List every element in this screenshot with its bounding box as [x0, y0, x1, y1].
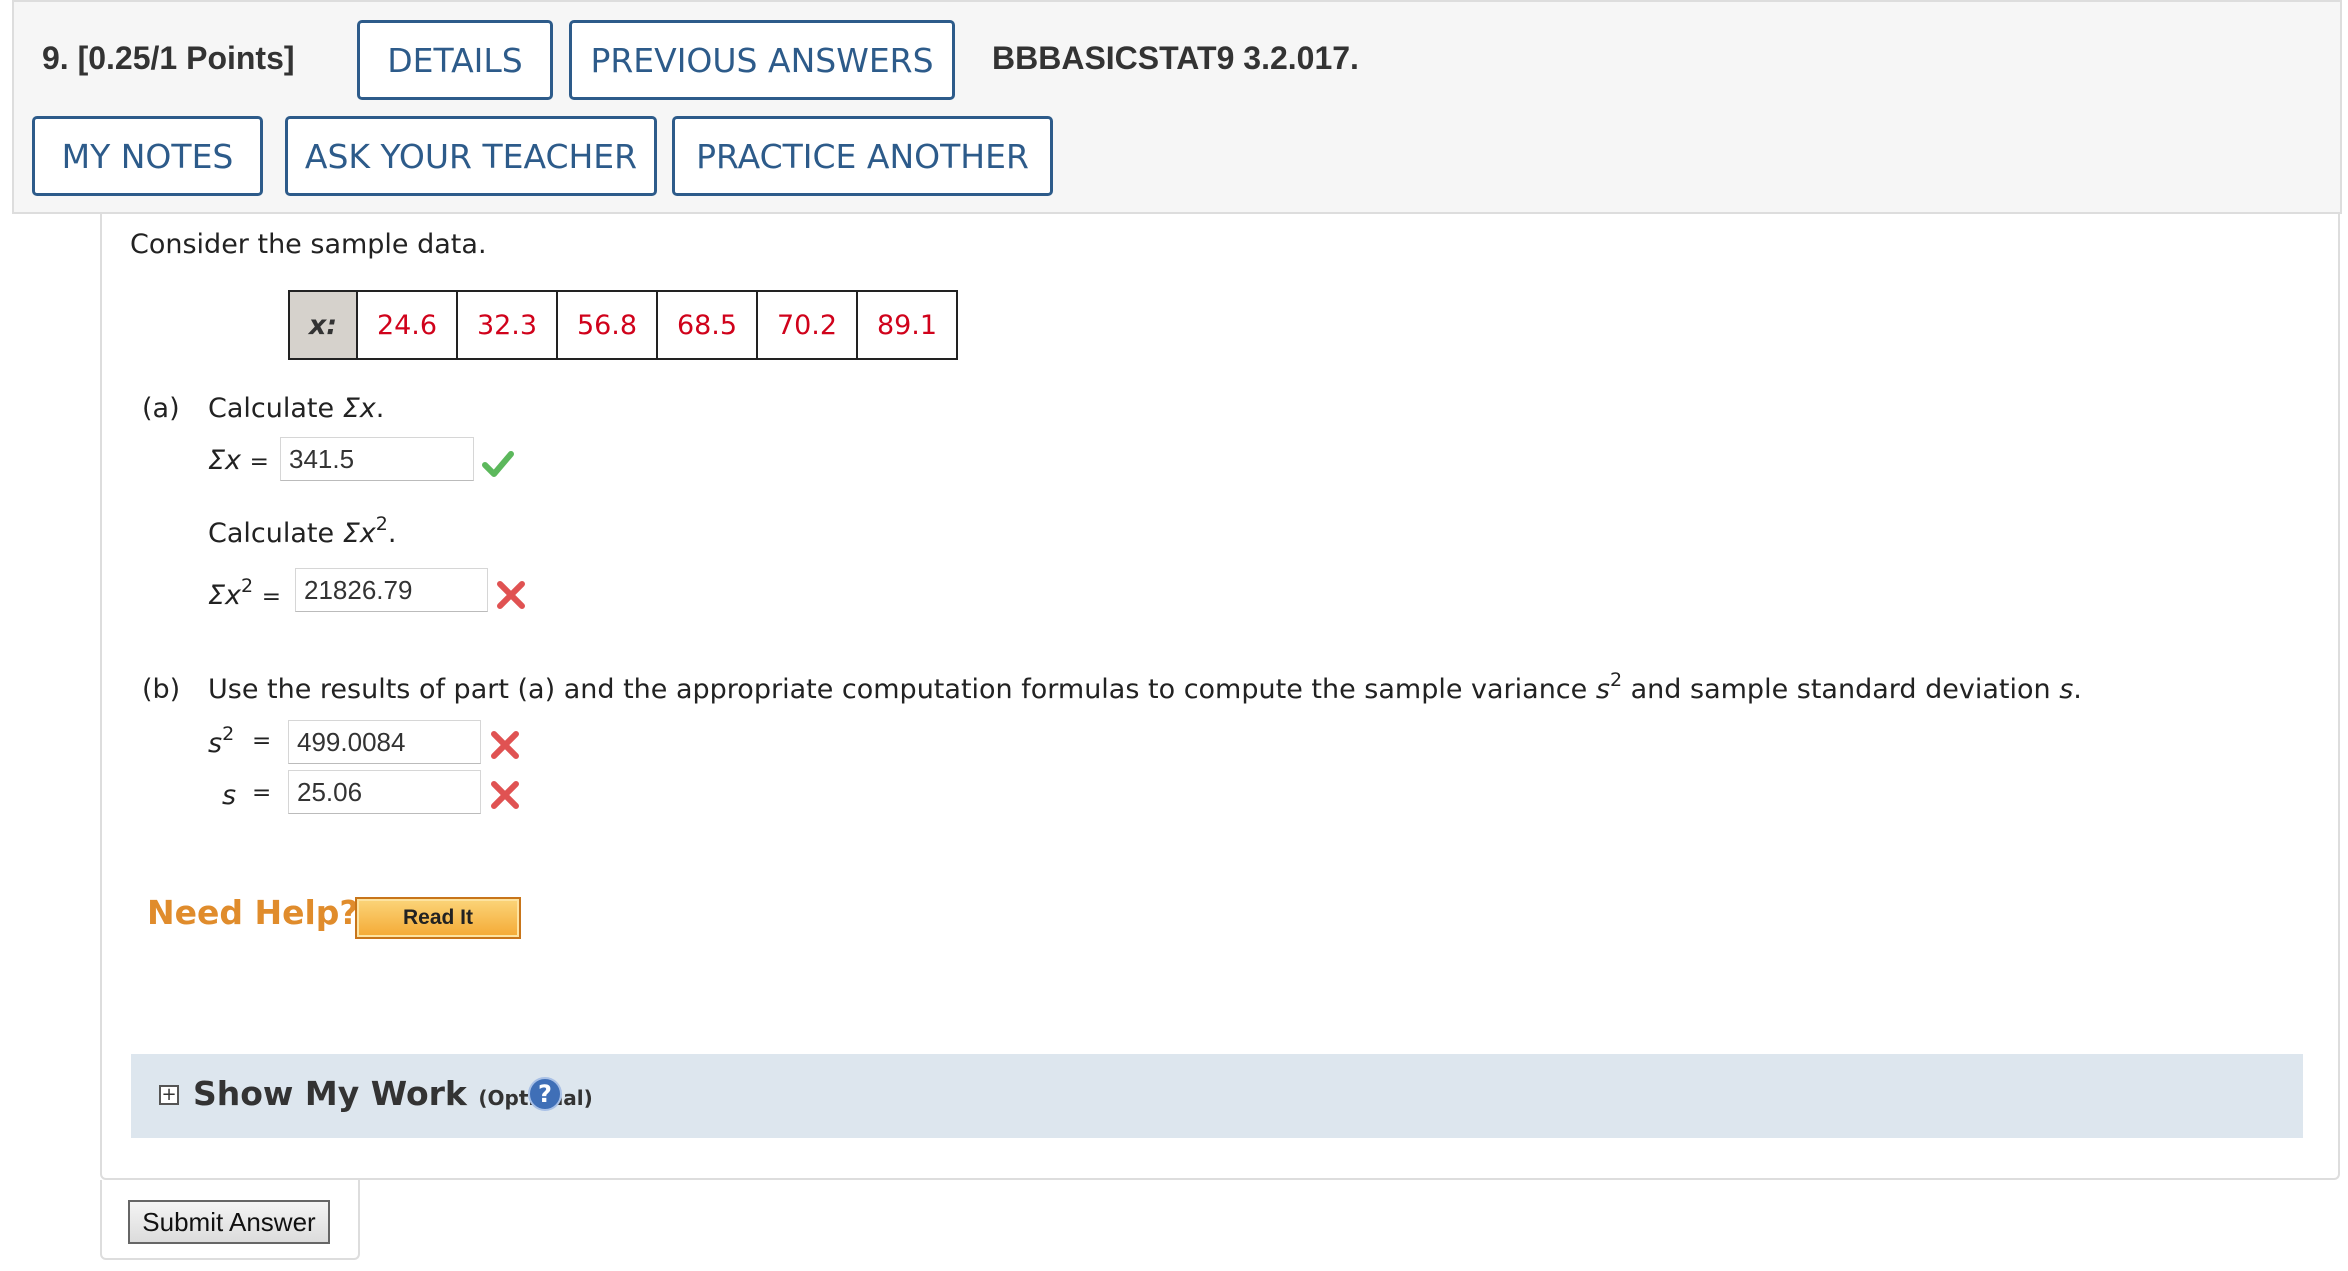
practice-another-button[interactable]: PRACTICE ANOTHER	[672, 116, 1053, 196]
points-score: [0.25/1 Points]	[77, 40, 295, 76]
sum-x-symbol: Σx	[342, 393, 376, 424]
question-number: 9.	[42, 40, 69, 76]
data-value: 24.6	[356, 290, 458, 360]
part-a-instruction-sum-x2: Calculate Σx2.	[208, 513, 397, 550]
question-number-points: 9. [0.25/1 Points]	[42, 40, 295, 77]
question-code: BBBASICSTAT9 3.2.017.	[992, 40, 1359, 76]
incorrect-x-icon	[491, 731, 519, 759]
read-it-button[interactable]: Read It	[355, 897, 521, 939]
data-value: 89.1	[856, 290, 958, 360]
show-my-work-panel[interactable]: + Show My Work (Optional) ?	[131, 1054, 2303, 1138]
help-question-icon[interactable]: ?	[528, 1077, 562, 1111]
sd-label: s	[222, 780, 237, 811]
variance-equals: =	[252, 728, 272, 754]
data-value: 56.8	[556, 290, 658, 360]
correct-check-icon	[482, 451, 514, 477]
sum-x-input[interactable]: 341.5	[280, 437, 474, 481]
need-help-label: Need Help?	[147, 893, 359, 932]
expand-plus-icon[interactable]: +	[159, 1085, 179, 1105]
question-intro: Consider the sample data.	[130, 229, 487, 260]
previous-answers-button[interactable]: PREVIOUS ANSWERS	[569, 20, 955, 100]
data-value: 68.5	[656, 290, 758, 360]
data-label-x: x:	[288, 290, 358, 360]
sum-x-label: Σx =	[208, 445, 269, 476]
sd-equals: =	[252, 780, 272, 806]
sum-x2-label: Σx2 =	[208, 575, 282, 612]
my-notes-button[interactable]: MY NOTES	[32, 116, 263, 196]
variance-label: s2	[208, 723, 235, 760]
submit-answer-button[interactable]: Submit Answer	[128, 1200, 330, 1244]
sample-data-table: x: 24.6 32.3 56.8 68.5 70.2 89.1	[288, 290, 958, 360]
part-b-tag: (b)	[142, 674, 181, 705]
part-a-instruction-sum-x: Calculate Σx.	[208, 393, 385, 424]
data-value: 70.2	[756, 290, 858, 360]
part-a-tag: (a)	[142, 393, 180, 424]
sd-input[interactable]: 25.06	[288, 770, 481, 814]
incorrect-x-icon	[491, 781, 519, 809]
incorrect-x-icon	[497, 581, 525, 609]
variance-input[interactable]: 499.0084	[288, 720, 481, 764]
sum-x2-input[interactable]: 21826.79	[295, 568, 488, 612]
details-button[interactable]: DETAILS	[357, 20, 553, 100]
part-b-instruction: Use the results of part (a) and the appr…	[208, 669, 2082, 706]
data-value: 32.3	[456, 290, 558, 360]
ask-your-teacher-button[interactable]: ASK YOUR TEACHER	[285, 116, 657, 196]
